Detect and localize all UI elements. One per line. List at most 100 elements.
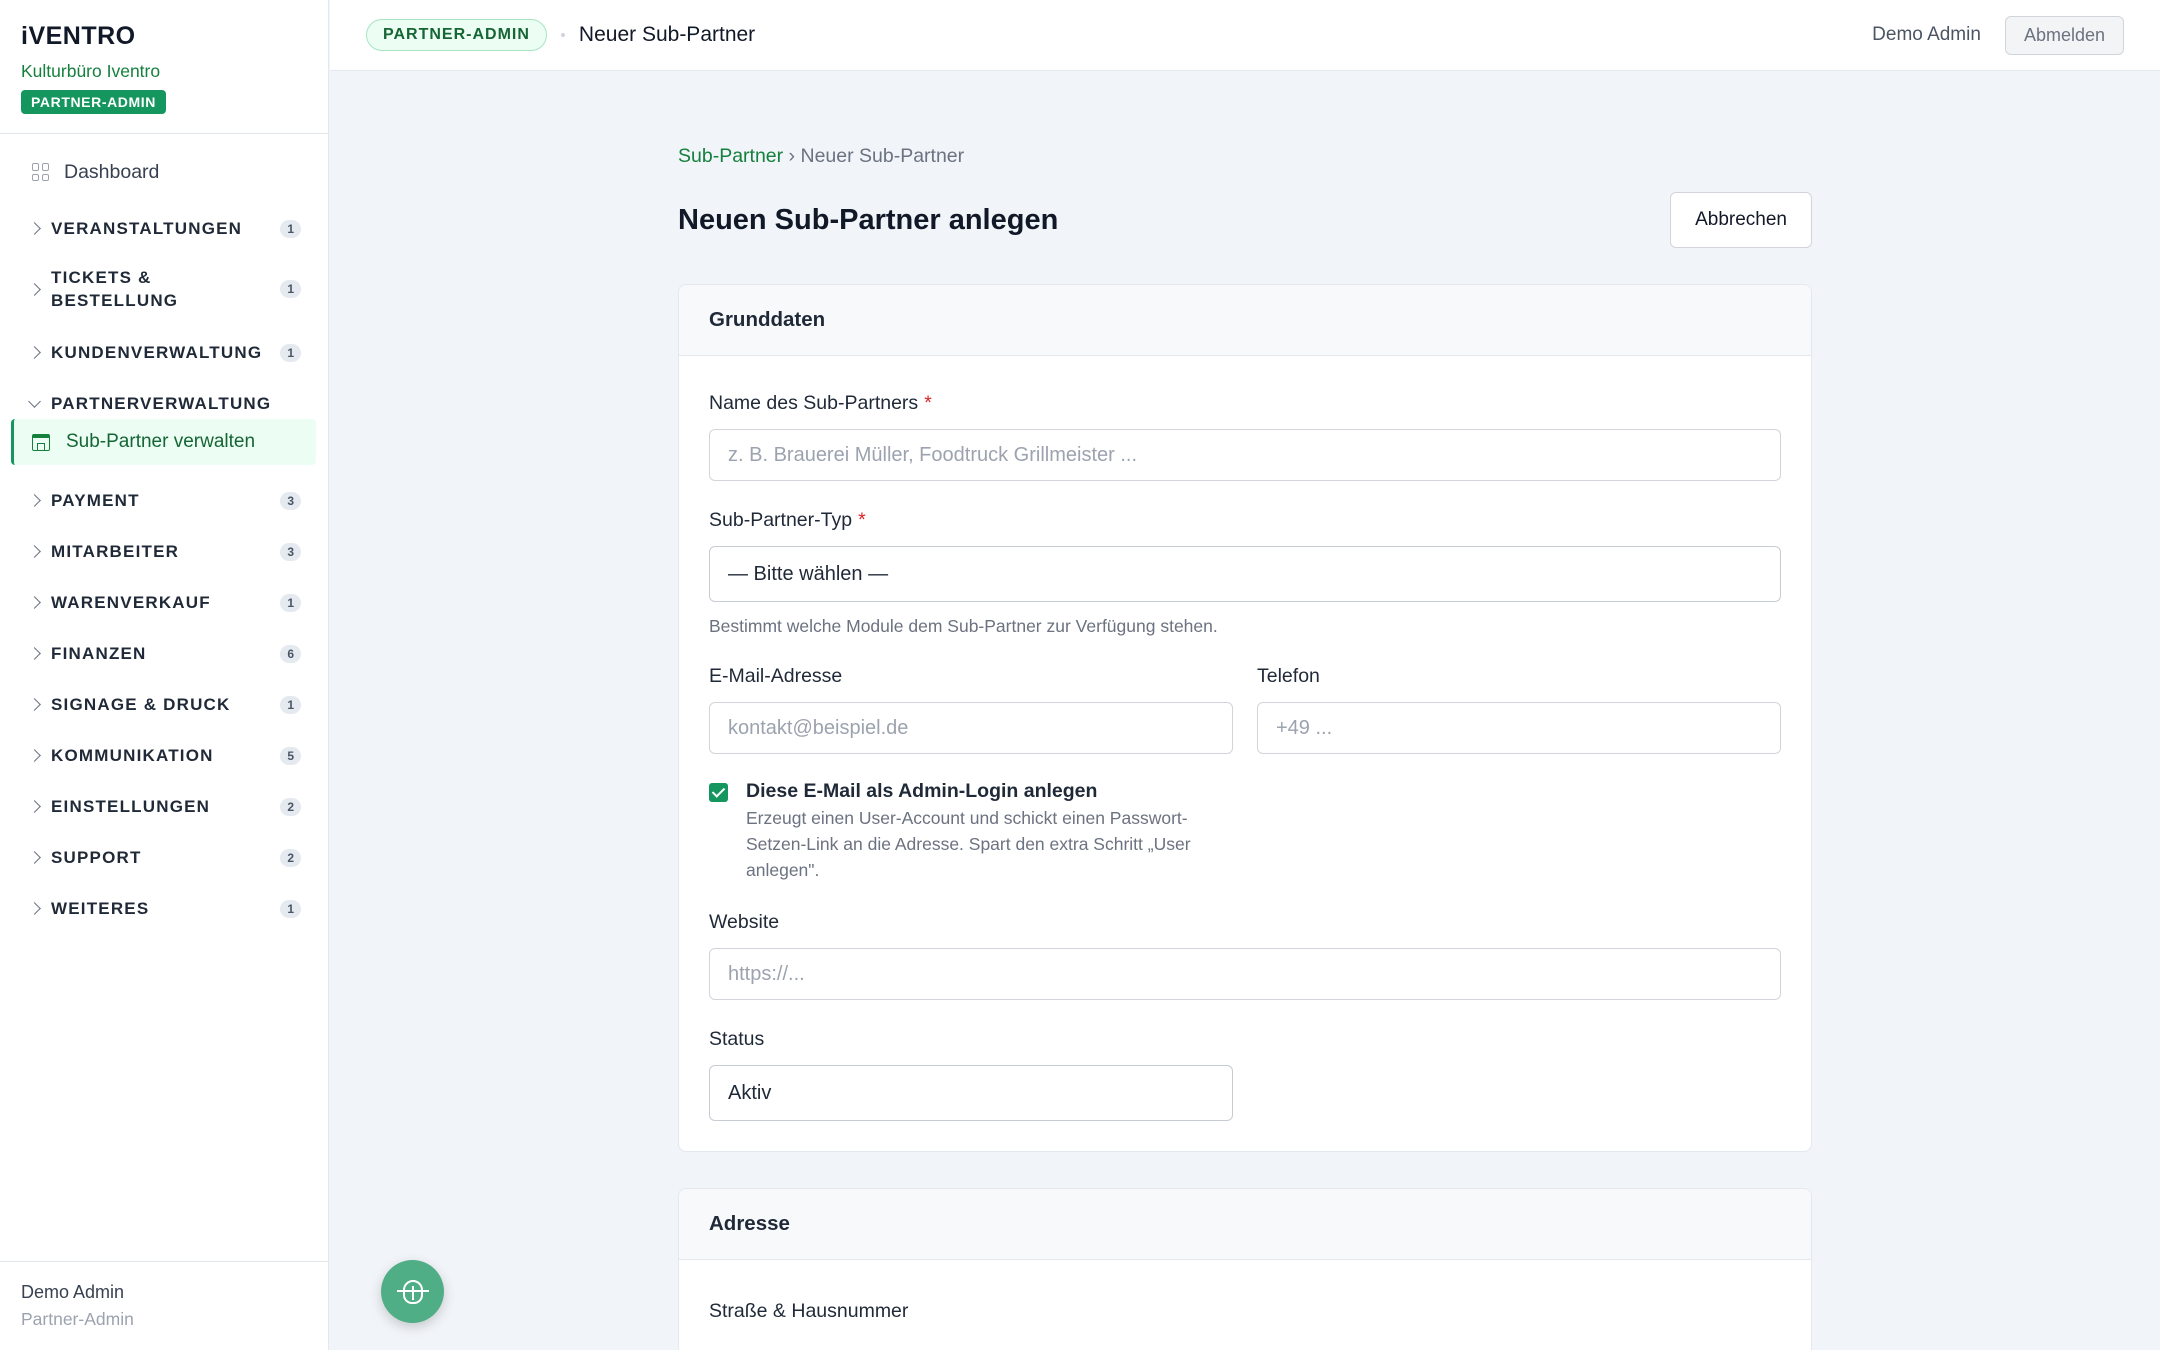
- type-hint: Bestimmt welche Module dem Sub-Partner z…: [709, 616, 1218, 636]
- sidebar-item-dashboard[interactable]: Dashboard: [0, 154, 328, 190]
- nav-group-count: 1: [280, 695, 301, 714]
- page-title: Neuen Sub-Partner anlegen: [678, 203, 1059, 236]
- phone-column: Telefon: [1257, 665, 1781, 754]
- nav-group-label: EINSTELLUNGEN: [51, 797, 211, 816]
- chevron-right-icon: [28, 494, 41, 507]
- nav-group-label: FINANZEN: [51, 644, 147, 663]
- sub-partner-name-input[interactable]: [709, 429, 1781, 481]
- topbar-right: Demo Admin Abmelden: [1872, 15, 2124, 55]
- nav-group-count: 3: [280, 542, 301, 561]
- email-input[interactable]: [709, 702, 1233, 754]
- sidebar-user-footer: Demo Admin Partner-Admin: [0, 1261, 329, 1350]
- nav-group-label: SUPPORT: [51, 848, 142, 867]
- logout-button[interactable]: Abmelden: [2004, 15, 2124, 55]
- nav-group-count: 1: [280, 899, 301, 918]
- email-column: E-Mail-Adresse: [709, 665, 1233, 754]
- card-body: Name des Sub-Partners* Sub-Partner-Typ* …: [679, 356, 1811, 1151]
- nav-group-veranstaltungen[interactable]: VERANSTALTUNGEN 1: [0, 217, 329, 240]
- sidebar-item-label: Sub-Partner verwalten: [66, 431, 256, 452]
- bug-report-button[interactable]: [381, 1260, 444, 1323]
- topbar-user-name: Demo Admin: [1872, 24, 1981, 45]
- sidebar: iVENTRO Kulturbüro Iventro PARTNER-ADMIN…: [0, 0, 329, 1350]
- sidebar-item-sub-partner-verwalten[interactable]: Sub-Partner verwalten: [11, 419, 316, 465]
- phone-input[interactable]: [1257, 702, 1781, 754]
- breadcrumb-link-sub-partner[interactable]: Sub-Partner: [678, 145, 783, 167]
- phone-label: Telefon: [1257, 665, 1320, 687]
- page-header: Neuen Sub-Partner anlegen Abbrechen: [678, 192, 1812, 248]
- nav-group-label: KUNDENVERWALTUNG: [51, 343, 263, 362]
- chevron-right-icon: [28, 647, 41, 660]
- required-mark: *: [858, 509, 866, 531]
- breadcrumb: Sub-Partner › Neuer Sub-Partner: [678, 145, 1812, 168]
- admin-login-checkbox[interactable]: [709, 783, 728, 802]
- sub-partner-type-select[interactable]: — Bitte wählen —: [709, 546, 1781, 602]
- nav-group-label: WARENVERKAUF: [51, 593, 211, 612]
- role-badge: PARTNER-ADMIN: [21, 90, 166, 114]
- chevron-right-icon: [28, 851, 41, 864]
- chevron-down-icon: [28, 395, 41, 408]
- type-label: Sub-Partner-Typ *: [709, 509, 866, 531]
- role-pill: PARTNER-ADMIN: [366, 19, 547, 51]
- nav-group-count: 1: [280, 343, 301, 362]
- nav-group-count: 5: [280, 746, 301, 765]
- chevron-right-icon: [28, 346, 41, 359]
- street-label: Straße & Hausnummer: [709, 1300, 909, 1322]
- sidebar-item-label: Dashboard: [64, 160, 160, 183]
- nav-group-tickets-bestellung[interactable]: TICKETS & BESTELLUNG 1: [0, 266, 329, 312]
- main-content: Sub-Partner › Neuer Sub-Partner Neuen Su…: [678, 71, 1812, 1350]
- nav-group-kundenverwaltung[interactable]: KUNDENVERWALTUNG 1: [0, 341, 329, 364]
- cancel-button[interactable]: Abbrechen: [1670, 192, 1812, 248]
- name-label: Name des Sub-Partners *: [709, 392, 932, 414]
- footer-user-role: Partner-Admin: [21, 1309, 134, 1329]
- nav-group-signage-druck[interactable]: SIGNAGE & DRUCK 1: [0, 693, 329, 716]
- topbar: PARTNER-ADMIN Neuer Sub-Partner Demo Adm…: [330, 0, 2160, 71]
- email-label: E-Mail-Adresse: [709, 665, 843, 687]
- nav-group-count: 3: [280, 491, 301, 510]
- nav-group-label: MITARBEITER: [51, 542, 180, 561]
- status-select[interactable]: Aktiv: [709, 1065, 1233, 1121]
- chevron-right-icon: [28, 282, 41, 296]
- nav-group-einstellungen[interactable]: EINSTELLUNGEN 2: [0, 795, 329, 818]
- sidebar-nav: Dashboard: [0, 134, 328, 190]
- admin-login-text: Diese E-Mail als Admin-Login anlegen Erz…: [746, 780, 1216, 883]
- chevron-right-icon: [28, 222, 41, 235]
- nav-group-count: 2: [280, 797, 301, 816]
- chevron-right-icon: [28, 749, 41, 762]
- separator-dot: [560, 33, 565, 37]
- nav-group-count: 1: [280, 593, 301, 612]
- organization-name: Kulturbüro Iventro: [21, 61, 161, 81]
- nav-group-label: SIGNAGE & DRUCK: [51, 695, 231, 714]
- breadcrumb-current: Neuer Sub-Partner: [800, 145, 965, 167]
- brand-logo[interactable]: iVENTRO: [21, 22, 307, 51]
- chevron-right-icon: [28, 800, 41, 813]
- chevron-right-icon: [28, 698, 41, 711]
- nav-group-weiteres[interactable]: WEITERES 1: [0, 897, 329, 920]
- card-body: Straße & Hausnummer: [679, 1260, 1811, 1350]
- nav-group-count: 6: [280, 644, 301, 663]
- nav-group-support[interactable]: SUPPORT 2: [0, 846, 329, 869]
- nav-group-count: 1: [280, 280, 301, 298]
- nav-group-finanzen[interactable]: FINANZEN 6: [0, 642, 329, 665]
- breadcrumb-separator: ›: [783, 145, 801, 167]
- nav-group-payment[interactable]: PAYMENT 3: [0, 489, 329, 512]
- chevron-right-icon: [28, 545, 41, 558]
- brand: iVENTRO Kulturbüro Iventro PARTNER-ADMIN: [0, 0, 328, 134]
- footer-user-name: Demo Admin: [21, 1282, 125, 1302]
- nav-group-label: WEITERES: [51, 899, 150, 918]
- website-input[interactable]: [709, 948, 1781, 1000]
- contact-row: E-Mail-Adresse Telefon: [709, 665, 1781, 754]
- nav-group-warenverkauf[interactable]: WARENVERKAUF 1: [0, 591, 329, 614]
- nav-group-mitarbeiter[interactable]: MITARBEITER 3: [0, 540, 329, 563]
- nav-group-label: VERANSTALTUNGEN: [51, 219, 243, 238]
- topbar-title: Neuer Sub-Partner: [578, 23, 756, 46]
- card-title: Grunddaten: [679, 285, 1811, 356]
- dashboard-grid-icon: [32, 163, 50, 181]
- store-icon: [32, 433, 50, 451]
- nav-group-label: TICKETS & BESTELLUNG: [51, 268, 179, 310]
- nav-group-label: KOMMUNIKATION: [51, 746, 214, 765]
- nav-group-label: PAYMENT: [51, 491, 140, 510]
- nav-group-partnerverwaltung[interactable]: PARTNERVERWALTUNG: [0, 392, 329, 415]
- card-title: Adresse: [679, 1189, 1811, 1260]
- nav-group-kommunikation[interactable]: KOMMUNIKATION 5: [0, 744, 329, 767]
- admin-login-title[interactable]: Diese E-Mail als Admin-Login anlegen: [746, 780, 1216, 803]
